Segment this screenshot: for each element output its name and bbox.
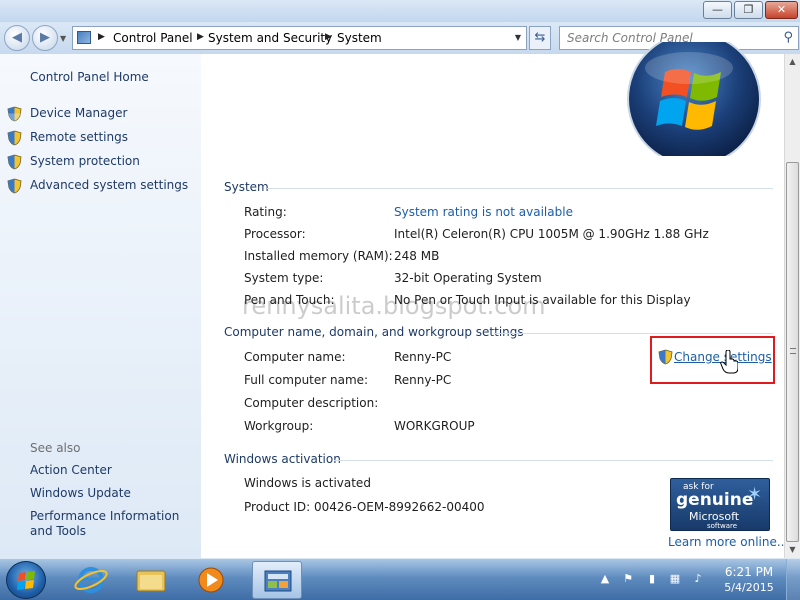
pen-touch-label: Pen and Touch: xyxy=(244,293,335,307)
badge-text: genuine xyxy=(676,490,754,510)
uac-shield-icon xyxy=(7,130,22,146)
minimize-button[interactable]: — xyxy=(703,1,732,19)
full-computer-name-label: Full computer name: xyxy=(244,373,369,387)
grip-icon xyxy=(790,348,796,354)
chevron-right-icon[interactable]: ▶ xyxy=(325,32,332,42)
taskbar-media-player[interactable] xyxy=(186,561,236,599)
pen-touch-value: No Pen or Touch Input is available for t… xyxy=(394,293,691,307)
scroll-up-button[interactable]: ▲ xyxy=(785,54,800,70)
memory-value: 248 MB xyxy=(394,249,440,263)
battery-icon[interactable]: ▮ xyxy=(645,572,659,586)
genuine-microsoft-badge[interactable]: ask for genuine Microsoft software ✶ xyxy=(670,478,770,531)
windows-logo xyxy=(627,42,761,156)
section-divider xyxy=(267,188,773,189)
processor-value: Intel(R) Celeron(R) CPU 1005M @ 1.90GHz … xyxy=(394,227,709,241)
main-content: rennysalita.blogspot.com System Rating: … xyxy=(201,42,788,558)
clock-date[interactable]: 5/4/2015 xyxy=(722,581,776,594)
rating-link[interactable]: System rating is not available xyxy=(394,205,573,219)
workgroup-label: Workgroup: xyxy=(244,419,314,433)
refresh-icon: ⇆ xyxy=(534,30,546,45)
control-panel-icon xyxy=(77,31,91,44)
recent-pages-dropdown-icon[interactable]: ▼ xyxy=(60,34,66,43)
workgroup-value: WORKGROUP xyxy=(394,419,475,433)
see-also-header: See also xyxy=(30,441,81,455)
vertical-scrollbar[interactable]: ▲ ▼ xyxy=(784,54,800,558)
action-center-flag-icon[interactable]: ⚑ xyxy=(621,572,635,586)
section-divider xyxy=(494,333,773,334)
hand-cursor-icon xyxy=(720,350,738,374)
address-bar[interactable]: ▶ Control Panel ▶ System and Security ▶ … xyxy=(72,26,527,50)
activation-status: Windows is activated xyxy=(244,476,371,490)
scroll-down-button[interactable]: ▼ xyxy=(785,542,800,558)
windows-flag-icon xyxy=(17,571,35,590)
chevron-right-icon[interactable]: ▶ xyxy=(98,32,105,42)
sidebar-item-device-manager[interactable]: Device Manager xyxy=(30,106,127,120)
system-section-header: System xyxy=(224,180,269,194)
taskbar-internet-explorer[interactable] xyxy=(66,561,116,599)
chevron-up-icon: ▲ xyxy=(789,57,796,66)
folder-icon xyxy=(136,570,166,592)
start-button[interactable] xyxy=(6,561,46,599)
maximize-button[interactable]: ❐ xyxy=(734,1,763,19)
taskbar-control-panel[interactable] xyxy=(252,561,302,599)
sidebar-item-advanced-system-settings[interactable]: Advanced system settings xyxy=(30,178,188,192)
taskbar: ▲ ⚑ ▮ ▦ ♪ 6:21 PM 5/4/2015 xyxy=(0,558,800,600)
computer-name-value: Renny-PC xyxy=(394,350,452,364)
sidebar-item-system-protection[interactable]: System protection xyxy=(30,154,140,168)
uac-shield-icon xyxy=(7,106,22,122)
processor-label: Processor: xyxy=(244,227,306,241)
arrow-right-icon: ▶ xyxy=(40,30,50,45)
uac-shield-icon xyxy=(7,154,22,170)
arrow-left-icon: ◀ xyxy=(12,30,22,45)
control-panel-icon xyxy=(264,570,292,592)
computer-name-section-header: Computer name, domain, and workgroup set… xyxy=(224,325,524,339)
chevron-down-icon[interactable]: ▼ xyxy=(515,33,521,42)
breadcrumb-control-panel[interactable]: Control Panel xyxy=(113,31,193,45)
taskbar-windows-explorer[interactable] xyxy=(126,561,176,599)
star-icon: ✶ xyxy=(747,484,763,505)
chevron-right-icon[interactable]: ▶ xyxy=(197,32,204,42)
full-computer-name-value: Renny-PC xyxy=(394,373,452,387)
sidebar-item-control-panel-home[interactable]: Control Panel Home xyxy=(30,70,149,84)
breadcrumb-system-and-security[interactable]: System and Security xyxy=(208,31,332,45)
show-desktop-button[interactable] xyxy=(786,559,800,600)
badge-text: software xyxy=(707,522,738,530)
breadcrumb-system[interactable]: System xyxy=(337,31,382,45)
activation-section-header: Windows activation xyxy=(224,452,341,466)
computer-name-label: Computer name: xyxy=(244,350,346,364)
show-hidden-icons-icon[interactable]: ▲ xyxy=(598,572,612,586)
memory-label: Installed memory (RAM): xyxy=(244,249,393,263)
close-button[interactable]: ✕ xyxy=(765,1,798,19)
system-type-value: 32-bit Operating System xyxy=(394,271,542,285)
scrollbar-thumb[interactable] xyxy=(786,162,799,542)
computer-description-label: Computer description: xyxy=(244,396,379,410)
learn-more-link[interactable]: Learn more online... xyxy=(668,535,788,549)
search-icon[interactable]: ⚲ xyxy=(783,30,793,45)
media-player-icon xyxy=(198,567,224,593)
sidebar-item-remote-settings[interactable]: Remote settings xyxy=(30,130,128,144)
network-icon[interactable]: ▦ xyxy=(668,572,682,586)
forward-button[interactable]: ▶ xyxy=(32,25,58,51)
section-divider xyxy=(334,460,773,461)
sidebar-item-action-center[interactable]: Action Center xyxy=(30,463,112,477)
title-bar: — ❐ ✕ xyxy=(0,0,800,22)
product-id: Product ID: 00426-OEM-8992662-00400 xyxy=(244,500,485,514)
refresh-button[interactable]: ⇆ xyxy=(529,26,551,50)
sidebar-item-performance-information[interactable]: Performance Information and Tools xyxy=(30,509,195,539)
system-type-label: System type: xyxy=(244,271,324,285)
rating-label: Rating: xyxy=(244,205,287,219)
internet-explorer-icon xyxy=(74,567,108,593)
clock-time[interactable]: 6:21 PM xyxy=(724,565,774,579)
sidebar-item-windows-update[interactable]: Windows Update xyxy=(30,486,131,500)
uac-shield-icon xyxy=(7,178,22,194)
chevron-down-icon: ▼ xyxy=(789,545,796,554)
volume-icon[interactable]: ♪ xyxy=(691,572,705,586)
uac-shield-icon xyxy=(658,349,673,365)
sidebar: Control Panel Home Device Manager Remote… xyxy=(0,54,201,558)
back-button[interactable]: ◀ xyxy=(4,25,30,51)
